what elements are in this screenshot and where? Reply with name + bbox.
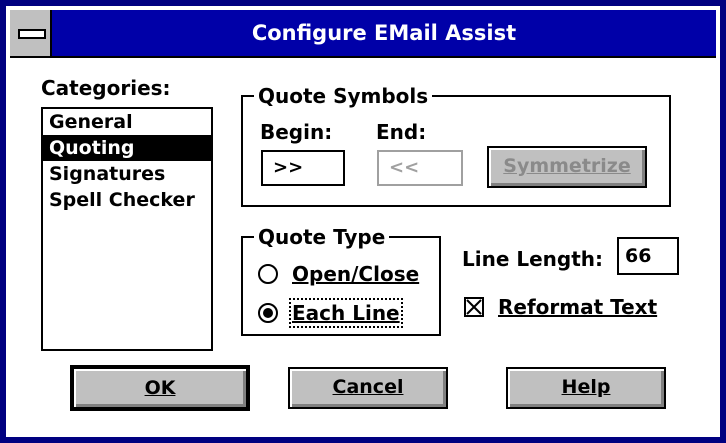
categories-label: Categories: — [41, 76, 171, 100]
category-quoting[interactable]: Quoting — [43, 135, 211, 161]
reformat-text-label-text: Reformat Text — [498, 295, 658, 319]
category-signatures[interactable]: Signatures — [43, 161, 211, 187]
ok-button[interactable]: OK — [70, 365, 250, 411]
line-length-label: Line Length: — [462, 247, 604, 271]
begin-label: Begin: — [260, 120, 333, 144]
end-label: End: — [376, 120, 427, 144]
ok-button-label: OK — [144, 377, 176, 399]
symmetrize-button-label: Symmetrize — [503, 155, 631, 177]
begin-symbol-input[interactable]: >> — [261, 150, 345, 186]
symmetrize-button[interactable]: Symmetrize — [487, 146, 647, 188]
open-close-label[interactable]: Open/Close — [292, 262, 419, 286]
quote-type-title: Quote Type — [254, 225, 390, 249]
end-symbol-input[interactable]: << — [377, 150, 463, 186]
help-button[interactable]: Help — [506, 367, 666, 409]
each-line-label[interactable]: Each Line — [289, 298, 403, 328]
configure-email-assist-dialog: Configure EMail Assist Categories: Gener… — [0, 0, 726, 443]
reformat-text-checkbox[interactable] — [464, 297, 484, 317]
window-title: Configure EMail Assist — [251, 21, 517, 45]
quote-symbols-title: Quote Symbols — [254, 84, 433, 108]
reformat-text-label[interactable]: Reformat Text — [498, 295, 657, 319]
line-length-input[interactable]: 66 — [617, 237, 679, 275]
cancel-button-label: Cancel — [332, 376, 404, 398]
system-menu-icon — [18, 29, 46, 39]
category-general[interactable]: General — [43, 109, 211, 135]
help-button-label: Help — [561, 376, 611, 398]
title-bar[interactable]: Configure EMail Assist — [10, 10, 716, 58]
cancel-button[interactable]: Cancel — [288, 367, 448, 409]
system-menu-button[interactable] — [10, 10, 52, 56]
categories-listbox[interactable]: General Quoting Signatures Spell Checker — [41, 107, 213, 351]
category-spell-checker[interactable]: Spell Checker — [43, 187, 211, 213]
open-close-label-text: Open/Close — [292, 262, 420, 286]
open-close-radio[interactable] — [258, 264, 278, 284]
radio-selected-dot — [263, 308, 273, 318]
each-line-label-text: Each Line — [289, 298, 403, 328]
each-line-radio[interactable] — [258, 303, 278, 323]
checkbox-x-icon — [466, 299, 482, 315]
